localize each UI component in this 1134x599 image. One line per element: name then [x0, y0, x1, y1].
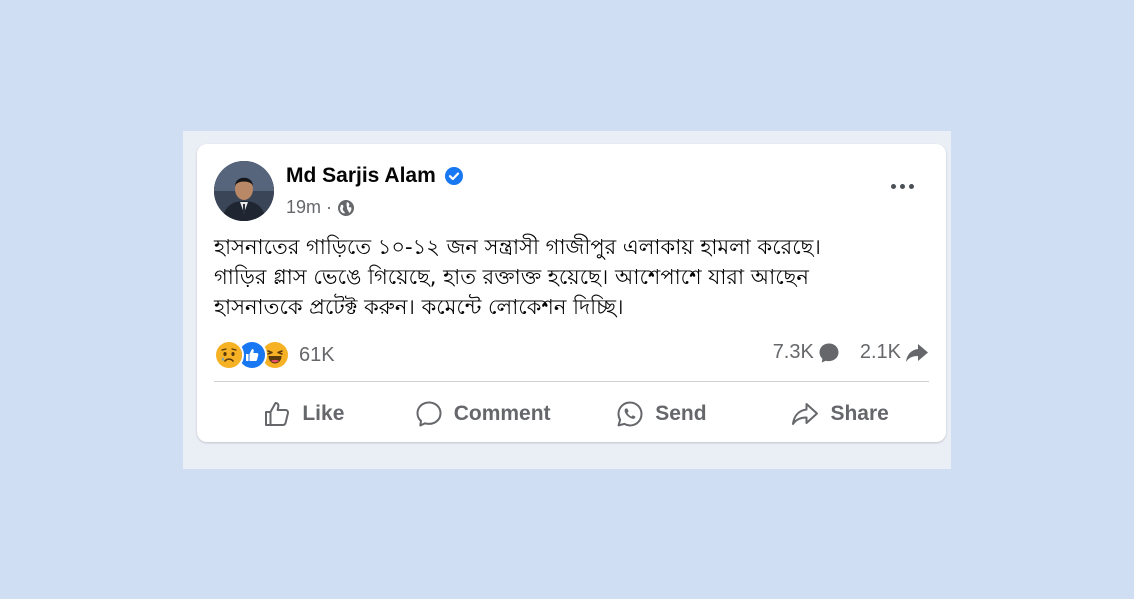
- comment-button[interactable]: Comment: [393, 390, 572, 438]
- facebook-post-card: Md Sarjis Alam 19m · হাসনাতের গাড়িতে ১০…: [197, 144, 946, 442]
- meta-separator: ·: [326, 197, 333, 217]
- author-avatar[interactable]: [214, 161, 274, 221]
- share-count-label: 2.1K: [859, 341, 901, 363]
- engagement-counts: 7.3K 2.1K: [773, 341, 929, 364]
- reaction-count: 61K: [299, 343, 335, 366]
- reactions-summary[interactable]: 61K: [214, 340, 335, 370]
- share-count[interactable]: 2.1K: [860, 341, 929, 364]
- post-text-line: গাড়ির গ্লাস ভেঙে গিয়েছে, হাত রক্তাক্ত …: [214, 265, 809, 289]
- share-icon: [792, 403, 819, 425]
- more-dot: [908, 183, 914, 189]
- author-name[interactable]: Md Sarjis Alam: [286, 164, 436, 188]
- verified-badge-icon: [444, 166, 464, 186]
- post-meta: 19m ·: [286, 197, 355, 218]
- comment-count[interactable]: 7.3K: [773, 341, 840, 364]
- post-text-line: হাসনাতকে প্রটেক্ট করুন। কমেন্টে লোকেশন দ…: [214, 295, 624, 319]
- globe-icon: [337, 199, 355, 217]
- like-label: Like: [302, 402, 345, 425]
- sad-reaction-icon: [214, 340, 244, 370]
- more-options-button[interactable]: [886, 176, 918, 196]
- share-label: Share: [830, 402, 889, 425]
- comment-count-label: 7.3K: [772, 341, 814, 363]
- comment-bubble-icon: [819, 343, 839, 362]
- action-bar: Like Comment Send Share: [214, 390, 929, 438]
- author-header: Md Sarjis Alam: [286, 164, 464, 188]
- whatsapp-icon: [617, 401, 643, 427]
- comment-icon: [416, 401, 442, 427]
- send-label: Send: [655, 402, 707, 425]
- more-dot: [899, 183, 905, 189]
- post-text-line: হাসনাতের গাড়িতে ১০-১২ জন সন্ত্রাসী গাজী…: [214, 235, 821, 259]
- post-timestamp[interactable]: 19m: [286, 197, 321, 218]
- like-icon: [265, 402, 290, 426]
- send-button[interactable]: Send: [572, 390, 751, 438]
- more-dot: [890, 183, 896, 189]
- comment-label: Comment: [453, 402, 551, 425]
- post-text: হাসনাতের গাড়িতে ১০-১২ জন সন্ত্রাসী গাজী…: [214, 232, 929, 322]
- share-arrow-icon: [906, 343, 928, 362]
- share-button[interactable]: Share: [750, 390, 929, 438]
- action-divider: [214, 381, 929, 382]
- like-button[interactable]: Like: [214, 390, 393, 438]
